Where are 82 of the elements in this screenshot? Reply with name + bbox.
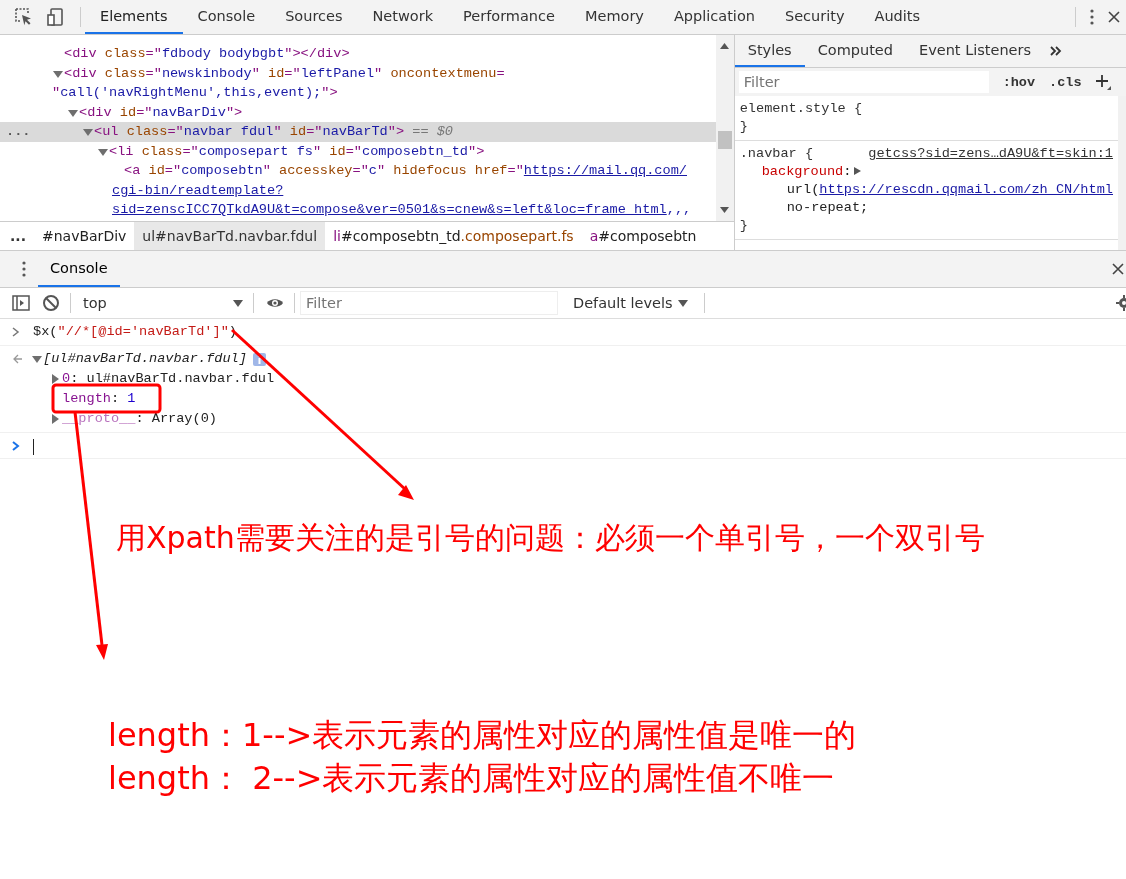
panel-tab[interactable]: Audits <box>859 0 936 34</box>
clear-icon[interactable] <box>42 294 60 312</box>
more-tabs-icon[interactable] <box>1050 45 1063 57</box>
panel-tab[interactable]: Computed <box>804 35 906 67</box>
code-line: <div id="navBarDiv"> <box>79 103 243 122</box>
caret-icon <box>677 299 688 307</box>
tree-row[interactable]: cgi-bin/readtemplate? <box>0 180 716 200</box>
panel-tab[interactable]: Security <box>769 0 860 34</box>
url-link[interactable]: https://rescdn.qqmail.com/zh_CN/html <box>819 182 1113 197</box>
cls-toggle[interactable]: .cls <box>1049 74 1082 90</box>
menu-icon[interactable] <box>22 261 26 277</box>
annotation-text: length：1-->表示元素的属性对应的属性值是唯一的 <box>108 715 857 756</box>
hov-toggle[interactable]: :hov <box>1002 74 1036 90</box>
panel-tab[interactable]: Elements <box>85 0 183 34</box>
tree-row[interactable]: <div class="fdbody bodybgbt"></div> <box>0 44 716 64</box>
scroll-down-icon[interactable] <box>720 207 730 213</box>
tree-row[interactable]: <li class="composepart fs" id="composebtn_td"> <box>0 141 716 161</box>
scrollbar[interactable] <box>715 35 734 221</box>
panel-tab[interactable]: Network <box>357 0 449 34</box>
tree-row[interactable]: <a id="composebtn" accesskey="c" hidefocus href="https://mail.qq.com/ <box>0 161 716 181</box>
css-value: no-repeat; <box>785 199 870 217</box>
tree-row[interactable]: <div id="navBarDiv"> <box>0 102 716 122</box>
scroll-thumb[interactable] <box>717 131 732 149</box>
code-line: <a id="composebtn" accesskey="c" hidefocus href="https://mail.qq.com/ <box>124 162 687 180</box>
result-arrow-icon <box>12 354 23 364</box>
breadcrumb[interactable]: a#composebtn <box>581 222 705 250</box>
scrollbar[interactable] <box>1118 96 1126 250</box>
url-link[interactable]: cgi-bin/readtemplate? <box>112 182 284 198</box>
code-line: <ul class="navbar fdul" id="navBarTd"> == $0 <box>94 123 454 141</box>
panel-tab[interactable]: Console <box>182 0 271 34</box>
text-cursor <box>33 439 34 455</box>
css-selector: element.style { <box>739 100 863 118</box>
code-line: } <box>739 118 749 136</box>
breadcrumb[interactable]: #navBarDiv <box>33 222 135 250</box>
panel-tab[interactable]: Event Listeners <box>906 35 1045 67</box>
levels-dropdown[interactable]: Default levels <box>567 294 694 312</box>
url-link[interactable]: sid=zenscICC7QTkdA9U&t=compose&ver=0501&s=cnew&s=left&loc=frame_html <box>112 202 667 217</box>
filter-field[interactable]: Filter <box>301 292 557 314</box>
code-line: "call('navRightMenu',this,event);"> <box>52 84 338 102</box>
tree-row[interactable]: <div class="newskinbody" id="leftPanel" oncontextmenu= <box>0 63 716 83</box>
more-text[interactable]: ... <box>6 122 31 142</box>
code-line: <div class="newskinbody" id="leftPanel" oncontextmenu= <box>64 64 505 83</box>
caret-icon <box>233 299 243 307</box>
property-text: length: 1 <box>62 390 136 408</box>
property-text: 0: ul#navBarTd.navbar.fdul <box>62 370 275 388</box>
tree-row[interactable]: sid=zenscICC7QTkdA9U&t=compose&ver=0501&s=cnew&s=left&loc=frame_html,,, <box>0 200 716 220</box>
prompt-icon <box>12 327 21 337</box>
result-text: [ul#navBarTd.navbar.fdul] <box>43 350 247 368</box>
annotation-text: 用Xpath需要关注的是引号的问题：必须一个单引号，一个双引号 <box>116 519 985 557</box>
colon-text: : <box>843 164 852 179</box>
panel-tab[interactable]: Memory <box>569 0 659 34</box>
scroll-up-icon[interactable] <box>720 43 730 49</box>
code-line: <li class="composepart fs" id="composebtn_td"> <box>109 142 485 161</box>
css-value: url(https://rescdn.qqmail.com/zh_CN/html <box>785 181 1113 199</box>
add-icon[interactable] <box>1095 74 1112 90</box>
annotation-text: length： 2-->表示元素的属性对应的属性值不唯一 <box>108 758 835 799</box>
panel-tab[interactable]: Application <box>658 0 770 34</box>
code-line: } <box>739 217 749 235</box>
context-select[interactable]: top <box>83 291 243 315</box>
filter-field[interactable]: Filter <box>738 71 989 93</box>
panel-tab[interactable]: Performance <box>448 0 570 34</box>
panel-tab[interactable]: Sources <box>270 0 358 34</box>
device-icon[interactable] <box>46 7 66 27</box>
expand-arrow-icon[interactable] <box>854 167 862 175</box>
close-icon[interactable] <box>1112 263 1124 275</box>
tree-row[interactable]: "call('navRightMenu',this,event);"> <box>0 83 716 103</box>
inspect-icon[interactable] <box>14 7 34 27</box>
css-selector: .navbar { <box>739 145 814 163</box>
breadcrumb[interactable]: ul#navBarTd.navbar.fdul <box>134 222 326 250</box>
code-line: sid=zenscICC7QTkdA9U&t=compose&ver=0501&s=cnew&s=left&loc=frame_html,,, <box>112 201 692 219</box>
url-link[interactable]: https://mail.qq.com/ <box>523 163 687 178</box>
drawer-tab[interactable]: Console <box>38 251 120 287</box>
code-line: <div class="fdbody bodybgbt"></div> <box>64 45 350 63</box>
tree-row[interactable]: ... <ul class="navbar fdul" id="navBarTd"> == $0 <box>0 122 716 142</box>
close-icon[interactable] <box>1108 11 1120 23</box>
menu-icon[interactable] <box>1090 9 1094 25</box>
breadcrumb[interactable]: li#composebtn_td.composepart.fs <box>325 222 582 250</box>
source-link[interactable]: getcss?sid=zens…dA9U&ft=skin:1 <box>868 145 1113 163</box>
more-text[interactable]: ... <box>0 228 34 244</box>
css-property: background <box>761 164 844 179</box>
prompt-icon <box>12 441 21 451</box>
sidebar-icon[interactable] <box>12 294 30 312</box>
